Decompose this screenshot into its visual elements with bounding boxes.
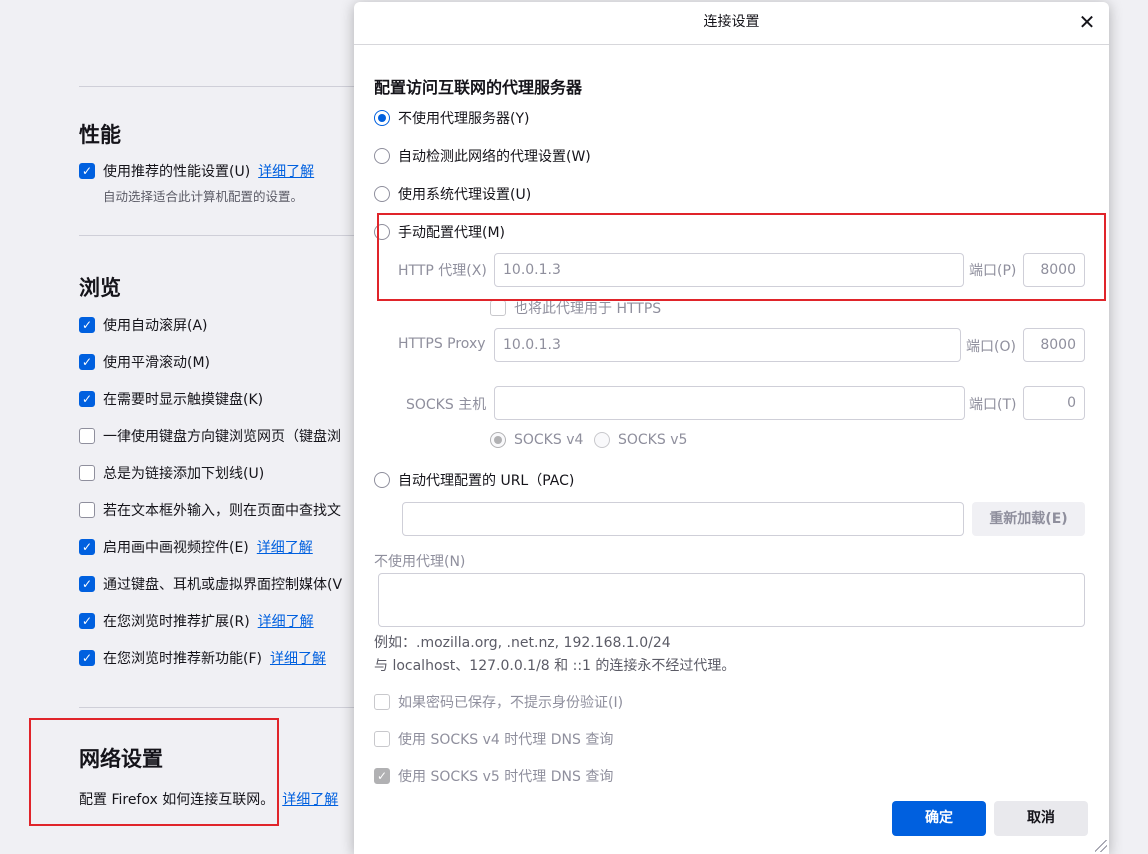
also-https-row[interactable]: 也将此代理用于 HTTPS — [490, 298, 661, 318]
localhost-note: 与 localhost、127.0.0.1/8 和 ::1 的连接永不经过代理。 — [374, 658, 736, 674]
also-https-label[interactable]: 也将此代理用于 HTTPS — [514, 298, 661, 318]
browsing-option: ✓ 使用自动滚屏(A) — [79, 315, 208, 335]
socks-port-label: 端口(T) — [969, 397, 1017, 413]
features-learn-more-link[interactable]: 详细了解 — [270, 648, 326, 668]
browsing-heading: 浏览 — [79, 276, 121, 300]
browsing-option: ✓ 在您浏览时推荐新功能(F) 详细了解 — [79, 648, 326, 668]
browsing-option: 一律使用键盘方向键浏览网页（键盘浏 — [79, 426, 341, 446]
browsing-option-label[interactable]: 若在文本框外输入，则在页面中查找文 — [103, 500, 341, 520]
browsing-option-label[interactable]: 在您浏览时推荐扩展(R) — [103, 611, 250, 631]
option-pac[interactable]: 自动代理配置的 URL（PAC) — [374, 470, 574, 490]
performance-heading: 性能 — [79, 123, 121, 147]
browsing-option: ✓ 使用平滑滚动(M) — [79, 352, 210, 372]
browsing-option-label[interactable]: 通过键盘、耳机或虚拟界面控制媒体(V — [103, 574, 342, 594]
pac-label[interactable]: 自动代理配置的 URL（PAC) — [398, 470, 574, 490]
no-auth-prompt-row[interactable]: 如果密码已保存，不提示身份验证(I) — [374, 692, 623, 712]
browsing-option: 若在文本框外输入，则在页面中查找文 — [79, 500, 341, 520]
browsing-checkbox[interactable]: ✓ — [79, 539, 95, 555]
also-https-checkbox[interactable] — [490, 300, 506, 316]
no-auth-prompt-checkbox[interactable] — [374, 694, 390, 710]
browsing-checkbox[interactable]: ✓ — [79, 354, 95, 370]
browsing-option-label[interactable]: 在需要时显示触摸键盘(K) — [103, 389, 263, 409]
browsing-checkbox[interactable] — [79, 465, 95, 481]
pac-url-input[interactable] — [402, 502, 964, 536]
network-learn-more-link[interactable]: 详细了解 — [282, 789, 338, 809]
https-port-label: 端口(O) — [966, 339, 1016, 355]
socks5-dns-checkbox[interactable]: ✓ — [374, 768, 390, 784]
proxy-section-heading: 配置访问互联网的代理服务器 — [374, 78, 583, 97]
socks-v5-label[interactable]: SOCKS v5 — [618, 432, 687, 448]
no-auth-prompt-label[interactable]: 如果密码已保存，不提示身份验证(I) — [398, 692, 623, 712]
browsing-option-label[interactable]: 使用平滑滚动(M) — [103, 352, 210, 372]
socks-v5-radio[interactable] — [594, 432, 610, 448]
pac-radio[interactable] — [374, 472, 390, 488]
resize-grip-icon[interactable] — [1095, 840, 1107, 852]
browsing-checkbox[interactable] — [79, 428, 95, 444]
socks4-dns-checkbox[interactable] — [374, 731, 390, 747]
section-divider — [79, 707, 354, 708]
performance-description: 自动选择适合此计算机配置的设置。 — [103, 189, 304, 204]
browsing-checkbox[interactable]: ✓ — [79, 576, 95, 592]
browsing-option-label[interactable]: 启用画中画视频控件(E) — [103, 537, 249, 557]
browsing-checkbox[interactable] — [79, 502, 95, 518]
recommended-performance-label[interactable]: 使用推荐的性能设置(U) — [103, 161, 250, 181]
no-proxy-for-label: 不使用代理(N) — [374, 554, 466, 570]
https-proxy-input[interactable]: 10.0.1.3 — [494, 328, 961, 362]
browsing-checkbox[interactable]: ✓ — [79, 613, 95, 629]
system-proxy-radio[interactable] — [374, 186, 390, 202]
socks-v4-option[interactable]: SOCKS v4 — [490, 432, 583, 448]
pip-learn-more-link[interactable]: 详细了解 — [257, 537, 313, 557]
browsing-option: 总是为链接添加下划线(U) — [79, 463, 264, 483]
section-divider — [79, 86, 354, 87]
auto-detect-label[interactable]: 自动检测此网络的代理设置(W) — [398, 146, 591, 166]
socks-v4-radio[interactable] — [490, 432, 506, 448]
system-proxy-label[interactable]: 使用系统代理设置(U) — [398, 184, 531, 204]
socks-host-label: SOCKS 主机 — [406, 397, 487, 413]
browsing-option: ✓ 在需要时显示触摸键盘(K) — [79, 389, 263, 409]
browsing-checkbox[interactable]: ✓ — [79, 317, 95, 333]
recommended-performance-checkbox[interactable]: ✓ — [79, 163, 95, 179]
socks-port-input[interactable]: 0 — [1023, 386, 1085, 420]
browsing-option: ✓ 通过键盘、耳机或虚拟界面控制媒体(V — [79, 574, 342, 594]
option-system-proxy[interactable]: 使用系统代理设置(U) — [374, 184, 531, 204]
performance-learn-more-link[interactable]: 详细了解 — [258, 161, 314, 181]
dialog-title: 连接设置 — [354, 2, 1109, 45]
recommended-performance-row: ✓ 使用推荐的性能设置(U) 详细了解 — [79, 161, 314, 181]
section-divider — [79, 235, 354, 236]
highlight-box-manual-proxy — [377, 213, 1106, 301]
browsing-option-label[interactable]: 总是为链接添加下划线(U) — [103, 463, 264, 483]
socks4-dns-row[interactable]: 使用 SOCKS v4 时代理 DNS 查询 — [374, 729, 613, 749]
no-proxy-radio[interactable] — [374, 110, 390, 126]
cancel-button[interactable]: 取消 — [994, 801, 1088, 836]
socks-host-input[interactable] — [494, 386, 965, 420]
connection-settings-dialog: 连接设置 ✕ 配置访问互联网的代理服务器 不使用代理服务器(Y) 自动检测此网络… — [354, 2, 1109, 854]
https-port-input[interactable]: 8000 — [1023, 328, 1085, 362]
socks5-dns-label[interactable]: 使用 SOCKS v5 时代理 DNS 查询 — [398, 766, 613, 786]
no-proxy-label[interactable]: 不使用代理服务器(Y) — [398, 108, 529, 128]
socks-v4-label[interactable]: SOCKS v4 — [514, 432, 583, 448]
no-proxy-example: 例如：.mozilla.org, .net.nz, 192.168.1.0/24 — [374, 635, 671, 651]
browsing-option: ✓ 在您浏览时推荐扩展(R) 详细了解 — [79, 611, 314, 631]
https-proxy-label: HTTPS Proxy — [398, 336, 486, 352]
socks4-dns-label[interactable]: 使用 SOCKS v4 时代理 DNS 查询 — [398, 729, 613, 749]
ok-button[interactable]: 确定 — [892, 801, 986, 836]
browsing-option-label[interactable]: 在您浏览时推荐新功能(F) — [103, 648, 262, 668]
no-proxy-for-textarea[interactable] — [378, 573, 1085, 627]
close-icon[interactable]: ✕ — [1075, 10, 1099, 34]
socks5-dns-row[interactable]: ✓ 使用 SOCKS v5 时代理 DNS 查询 — [374, 766, 613, 786]
browsing-option-label[interactable]: 一律使用键盘方向键浏览网页（键盘浏 — [103, 426, 341, 446]
browsing-checkbox[interactable]: ✓ — [79, 391, 95, 407]
option-no-proxy[interactable]: 不使用代理服务器(Y) — [374, 108, 529, 128]
highlight-box-network — [29, 718, 279, 826]
browsing-option-label[interactable]: 使用自动滚屏(A) — [103, 315, 208, 335]
reload-pac-button[interactable]: 重新加载(E) — [972, 502, 1085, 536]
socks-v5-option[interactable]: SOCKS v5 — [594, 432, 687, 448]
extensions-learn-more-link[interactable]: 详细了解 — [258, 611, 314, 631]
option-auto-detect[interactable]: 自动检测此网络的代理设置(W) — [374, 146, 591, 166]
browsing-checkbox[interactable]: ✓ — [79, 650, 95, 666]
browsing-option: ✓ 启用画中画视频控件(E) 详细了解 — [79, 537, 313, 557]
auto-detect-radio[interactable] — [374, 148, 390, 164]
